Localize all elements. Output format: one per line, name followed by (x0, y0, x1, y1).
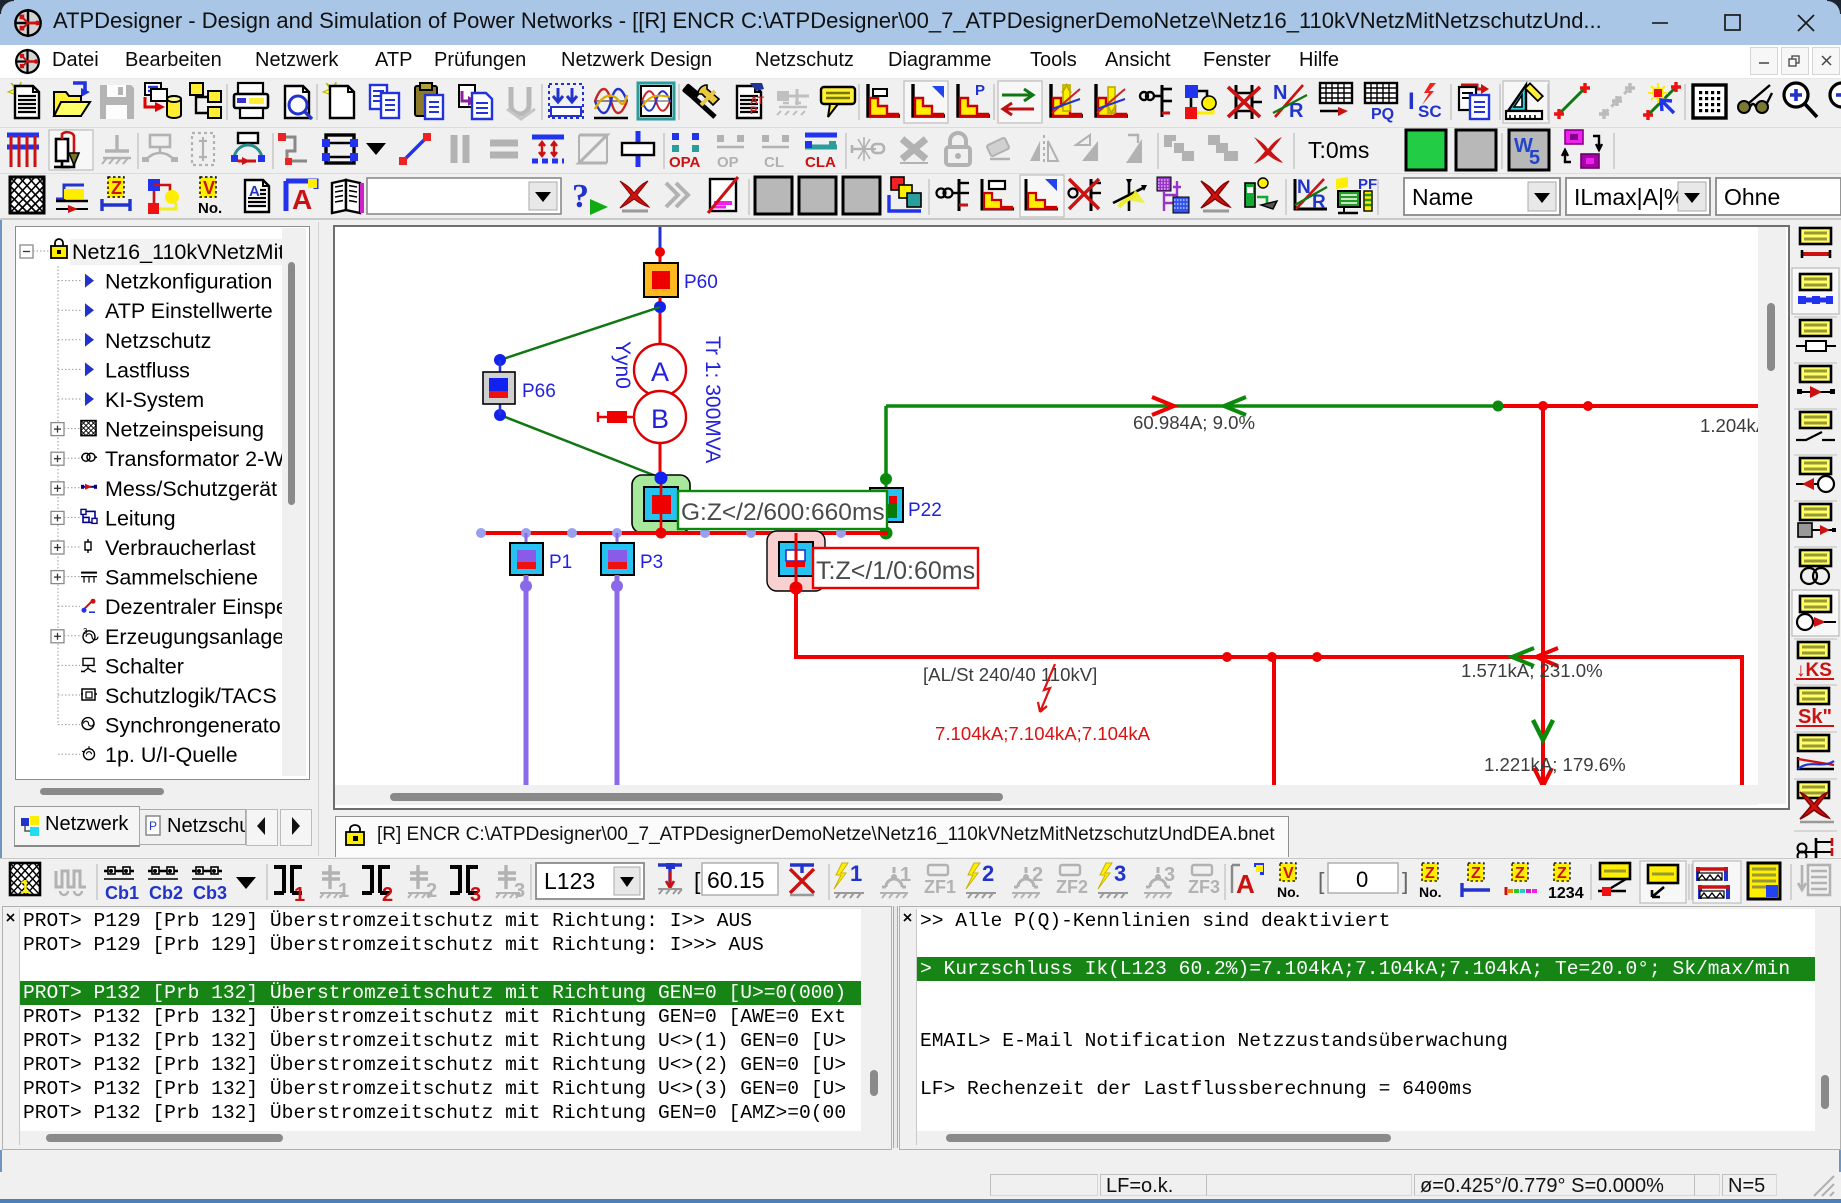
svg-text:CL: CL (764, 154, 784, 171)
svg-text:T:0ms: T:0ms (1308, 137, 1369, 163)
svg-text:7.104kA;7.104kA;7.104kA: 7.104kA;7.104kA;7.104kA (935, 723, 1151, 744)
svg-text:3: 3 (1114, 861, 1126, 886)
svg-text:↓KS: ↓KS (1796, 660, 1832, 681)
svg-text:Z: Z (1471, 865, 1481, 882)
svg-text:B: B (651, 404, 669, 434)
svg-text:No.: No. (1419, 884, 1442, 900)
svg-text:ZF3: ZF3 (1188, 877, 1220, 897)
svg-text:OP: OP (717, 154, 739, 171)
svg-text:Lastfluss: Lastfluss (105, 358, 190, 382)
svg-text:P1: P1 (549, 552, 572, 573)
svg-text:A: A (292, 184, 312, 215)
svg-text:No.: No. (198, 200, 222, 217)
svg-text:SC: SC (1418, 102, 1442, 121)
svg-text:V: V (1283, 865, 1294, 882)
svg-text:]: ] (1402, 868, 1408, 894)
svg-text:L123: L123 (544, 868, 595, 894)
svg-text:P: P (149, 819, 157, 833)
svg-text:V: V (203, 178, 215, 198)
svg-text:Sk": Sk" (1798, 706, 1832, 728)
svg-text:Ohne: Ohne (1724, 184, 1780, 210)
svg-text:ZF1: ZF1 (924, 877, 956, 897)
svg-text:P60: P60 (684, 272, 718, 293)
svg-text:Cb1: Cb1 (105, 883, 139, 903)
svg-text:Schutzlogik/TACS: Schutzlogik/TACS (105, 684, 277, 708)
svg-text:P22: P22 (908, 500, 942, 521)
svg-text:Sammelschiene: Sammelschiene (105, 566, 258, 590)
svg-text:Z: Z (111, 178, 122, 198)
svg-text:Schalter: Schalter (105, 654, 184, 678)
svg-text:Cb3: Cb3 (193, 883, 227, 903)
svg-text:1: 1 (20, 877, 30, 897)
svg-text:3: 3 (514, 880, 525, 902)
svg-text:T:Z</1/0:60ms: T:Z</1/0:60ms (816, 557, 975, 585)
svg-text:Mess/Schutzgerät: Mess/Schutzgerät (105, 477, 277, 501)
svg-text:P: P (975, 82, 985, 99)
svg-text:0: 0 (1356, 867, 1368, 892)
svg-text:Yyn0: Yyn0 (611, 341, 634, 389)
svg-text:1.204kA: 1.204kA (1700, 415, 1760, 436)
svg-text:A: A (651, 357, 669, 387)
svg-text:P: P (750, 105, 757, 117)
svg-text:ILmax|A|%: ILmax|A|% (1574, 184, 1684, 210)
svg-text:Verbraucherlast: Verbraucherlast (105, 536, 256, 560)
svg-text:Z: Z (1557, 865, 1567, 882)
svg-text:60.15: 60.15 (707, 867, 765, 893)
svg-text:Cb2: Cb2 (149, 883, 183, 903)
svg-text:Synchrongenerator: Synchrongenerator (105, 714, 288, 738)
svg-text:PQ: PQ (1371, 106, 1394, 123)
svg-text:[: [ (1318, 868, 1325, 894)
svg-text:KI-System: KI-System (105, 388, 204, 412)
svg-text:Netzschutz: Netzschutz (105, 329, 211, 353)
svg-text:G:Z</2/600:660ms: G:Z</2/600:660ms (681, 499, 885, 526)
svg-text:2: 2 (1032, 864, 1043, 886)
svg-text:No.: No. (1277, 884, 1300, 900)
svg-text:1: 1 (850, 861, 862, 886)
svg-text:2: 2 (426, 880, 437, 902)
svg-text:1.221kA; 179.6%: 1.221kA; 179.6% (1484, 754, 1626, 775)
svg-text:1p. U/I-Quelle: 1p. U/I-Quelle (105, 743, 238, 767)
svg-text:1234: 1234 (1548, 885, 1584, 902)
svg-text:2: 2 (382, 884, 393, 905)
svg-text:1: 1 (900, 864, 911, 886)
svg-text:Erzeugungsanlage (: Erzeugungsanlage ( (105, 625, 298, 649)
svg-text:N: N (1273, 82, 1287, 104)
svg-text:5: 5 (1529, 147, 1540, 169)
svg-text:[AL/St 240/40 110kV]: [AL/St 240/40 110kV] (923, 664, 1097, 685)
svg-text:Transformator 2-W: Transformator 2-W (105, 447, 285, 471)
svg-text:60.984A; 9.0%: 60.984A; 9.0% (1133, 412, 1255, 433)
svg-text:1: 1 (294, 884, 305, 905)
svg-text:1: 1 (338, 880, 349, 902)
svg-text:OPA: OPA (669, 154, 701, 171)
svg-text:[: [ (694, 868, 701, 894)
svg-text:Name: Name (1412, 184, 1473, 210)
svg-text:?: ? (572, 178, 589, 215)
svg-text:ATP Einstellwerte: ATP Einstellwerte (105, 299, 273, 323)
svg-text:A: A (1236, 869, 1255, 899)
svg-text:A: A (249, 183, 260, 200)
svg-text:Z: Z (1425, 865, 1435, 882)
svg-text:2: 2 (982, 861, 994, 886)
svg-text:Leitung: Leitung (105, 506, 176, 530)
svg-text:3: 3 (470, 884, 481, 905)
svg-text:Netzeinspeisung: Netzeinspeisung (105, 418, 264, 442)
svg-text:Dezentraler Einspei: Dezentraler Einspei (105, 595, 293, 619)
svg-text:Z: Z (1515, 865, 1525, 882)
svg-text:ZF2: ZF2 (1056, 877, 1088, 897)
svg-text:P66: P66 (522, 381, 556, 402)
svg-text:3: 3 (1164, 864, 1175, 886)
svg-text:Netzkonfiguration: Netzkonfiguration (105, 270, 272, 294)
svg-text:Netz16_110kVNetzMit: Netz16_110kVNetzMit (72, 240, 284, 264)
svg-text:Tr 1: 300MVA: Tr 1: 300MVA (701, 336, 724, 463)
svg-text:P3: P3 (640, 552, 663, 573)
svg-text:3~: 3~ (83, 627, 92, 636)
svg-text:CLA: CLA (805, 154, 836, 171)
svg-text:I: I (1408, 88, 1415, 115)
svg-text:1.571kA; 231.0%: 1.571kA; 231.0% (1461, 660, 1603, 681)
